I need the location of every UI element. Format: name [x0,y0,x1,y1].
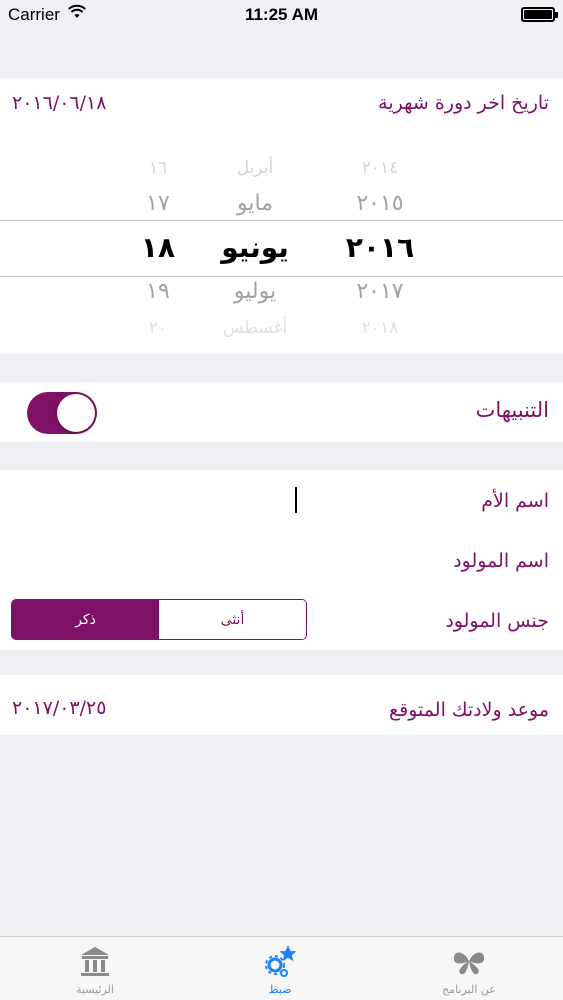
picker-day[interactable]: ٢٠ [118,306,198,350]
baby-info-section: اسم الأم اسم المولود جنس المولود ذكر أنث… [0,470,563,650]
last-period-value: ٢٠١٦/٠٦/١٨ [12,92,107,114]
settings-star-icon [265,945,297,977]
mother-name-input[interactable] [12,478,306,524]
gender-option-female[interactable]: أنثى [159,600,306,639]
last-period-section: تاريخ اخر دورة شهرية ٢٠١٦/٠٦/١٨ ١٦ أبريل… [0,78,563,354]
tab-about[interactable]: عن البرنامج [409,937,529,1000]
bank-icon [81,947,109,976]
picker-year[interactable]: ٢٠١٥ [330,182,430,226]
picker-day[interactable]: ١٧ [118,182,198,226]
picker-month[interactable]: مايو [200,182,310,226]
gender-label: جنس المولود [445,610,549,632]
butterfly-icon [453,952,485,975]
tab-home[interactable]: الرئيسية [35,937,155,1000]
baby-name-label: اسم المولود [453,550,549,572]
mother-name-label: اسم الأم [481,490,549,512]
tab-home-label: الرئيسية [76,983,114,996]
picker-row-selected[interactable]: ١٨ يونيو ٢٠١٦ [0,226,563,270]
picker-year[interactable]: ٢٠١٨ [330,306,430,350]
picker-year-selected[interactable]: ٢٠١٦ [330,226,430,270]
notifications-toggle[interactable] [27,392,97,434]
toggle-knob [57,394,95,432]
tab-bar: الرئيسية ضبط عن البرنامج [0,936,563,1000]
tab-about-label: عن البرنامج [442,983,496,996]
battery-icon [521,7,558,22]
baby-name-input[interactable] [12,538,306,584]
last-period-label: تاريخ اخر دورة شهرية [378,92,549,114]
picker-row[interactable]: ١٧ مايو ٢٠١٥ [0,182,563,226]
due-date-section: موعد ولادتك المتوقع ٢٠١٧/٠٣/٢٥ [0,675,563,735]
tab-settings[interactable]: ضبط [220,937,340,1000]
tab-settings-label: ضبط [268,983,292,996]
notifications-section: التنبيهات [0,382,563,442]
notifications-label: التنبيهات [475,398,549,422]
status-bar: Carrier 11:25 AM [0,0,563,32]
gender-segmented-control[interactable]: ذكر أنثى [11,599,307,640]
due-date-label: موعد ولادتك المتوقع [389,699,549,721]
picker-month[interactable]: أغسطس [200,306,310,350]
text-cursor [295,487,297,513]
date-picker[interactable]: ١٦ أبريل ٢٠١٤ ١٧ مايو ٢٠١٥ ١٨ يونيو ٢٠١٦… [0,146,563,352]
due-date-value: ٢٠١٧/٠٣/٢٥ [12,697,107,719]
picker-row[interactable]: ٢٠ أغسطس ٢٠١٨ [0,306,563,350]
picker-month-selected[interactable]: يونيو [200,226,310,270]
picker-day-selected[interactable]: ١٨ [118,226,198,270]
gender-option-male[interactable]: ذكر [12,600,159,639]
status-time: 11:25 AM [244,5,319,24]
